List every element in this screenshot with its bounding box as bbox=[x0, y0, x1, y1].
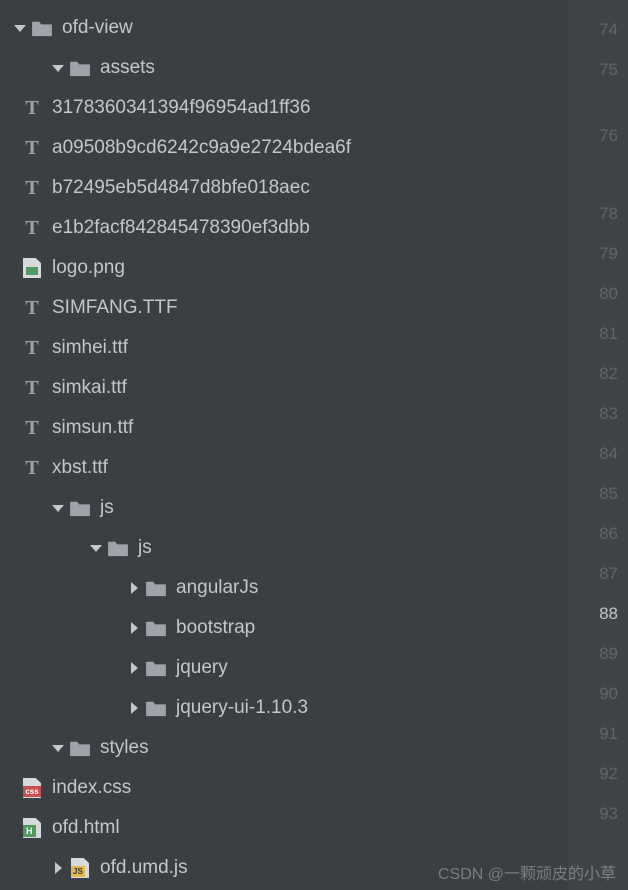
html-file-icon bbox=[20, 818, 44, 838]
chevron-down-icon[interactable] bbox=[48, 505, 68, 512]
tree-folder-row[interactable]: angularJs bbox=[0, 568, 568, 608]
tree-folder-row[interactable]: styles bbox=[0, 728, 568, 768]
font-file-icon: T bbox=[20, 297, 44, 320]
file-label: a09508b9cd6242c9a9e2724bdea6f bbox=[52, 137, 351, 159]
tree-file-row[interactable]: T e1b2facf842845478390ef3dbb bbox=[0, 208, 568, 248]
gutter-line-number: 88 bbox=[599, 594, 618, 634]
file-label: e1b2facf842845478390ef3dbb bbox=[52, 217, 310, 239]
js-file-icon bbox=[68, 858, 92, 878]
chevron-down-icon[interactable] bbox=[48, 745, 68, 752]
file-label: ofd.umd.js bbox=[100, 857, 188, 879]
gutter-line-number: 81 bbox=[599, 314, 618, 354]
gutter-line-number: 79 bbox=[599, 234, 618, 274]
chevron-right-icon[interactable] bbox=[48, 862, 68, 874]
editor-line-gutter: 747576 78798081828384858687888990919293 bbox=[568, 0, 628, 890]
folder-label: bootstrap bbox=[176, 617, 255, 639]
tree-file-row[interactable]: T SIMFANG.TTF bbox=[0, 288, 568, 328]
tree-file-row[interactable]: T a09508b9cd6242c9a9e2724bdea6f bbox=[0, 128, 568, 168]
font-file-icon: T bbox=[20, 217, 44, 240]
file-label: logo.png bbox=[52, 257, 125, 279]
folder-label: js bbox=[138, 537, 152, 559]
chevron-right-icon[interactable] bbox=[124, 662, 144, 674]
tree-file-row[interactable]: index.css bbox=[0, 768, 568, 808]
gutter-line-number: 84 bbox=[599, 434, 618, 474]
gutter-line-number: 91 bbox=[599, 714, 618, 754]
folder-label: assets bbox=[100, 57, 155, 79]
file-label: simkai.ttf bbox=[52, 377, 127, 399]
gutter-line-number: 87 bbox=[599, 554, 618, 594]
image-file-icon bbox=[20, 258, 44, 278]
gutter-line-number: 83 bbox=[599, 394, 618, 434]
tree-file-row[interactable]: ofd.umd.js bbox=[0, 848, 568, 888]
tree-folder-row[interactable]: jquery-ui-1.10.3 bbox=[0, 688, 568, 728]
folder-label: js bbox=[100, 497, 114, 519]
folder-icon bbox=[68, 499, 92, 517]
folder-icon bbox=[68, 739, 92, 757]
folder-label: jquery bbox=[176, 657, 228, 679]
folder-icon bbox=[144, 619, 168, 637]
tree-file-row[interactable]: T b72495eb5d4847d8bfe018aec bbox=[0, 168, 568, 208]
gutter-line-number: 74 bbox=[599, 10, 618, 50]
font-file-icon: T bbox=[20, 137, 44, 160]
tree-file-row[interactable]: logo.png bbox=[0, 248, 568, 288]
file-label: 3178360341394f96954ad1ff36 bbox=[52, 97, 311, 119]
folder-icon bbox=[144, 699, 168, 717]
css-file-icon bbox=[20, 778, 44, 798]
file-label: SIMFANG.TTF bbox=[52, 297, 178, 319]
file-label: simhei.ttf bbox=[52, 337, 128, 359]
gutter-line-number: 85 bbox=[599, 474, 618, 514]
file-tree-panel: ofd-view assets T 3178360341394f96954ad1… bbox=[0, 0, 568, 890]
font-file-icon: T bbox=[20, 417, 44, 440]
gutter-line-number: 78 bbox=[599, 194, 618, 234]
folder-label: styles bbox=[100, 737, 149, 759]
tree-file-row[interactable]: T xbst.ttf bbox=[0, 448, 568, 488]
chevron-right-icon[interactable] bbox=[124, 622, 144, 634]
file-label: ofd.html bbox=[52, 817, 120, 839]
font-file-icon: T bbox=[20, 377, 44, 400]
file-label: index.css bbox=[52, 777, 131, 799]
chevron-down-icon[interactable] bbox=[10, 25, 30, 32]
tree-folder-row[interactable]: ofd-view bbox=[0, 8, 568, 48]
gutter-line-number: 90 bbox=[599, 674, 618, 714]
gutter-line-number: 86 bbox=[599, 514, 618, 554]
tree-folder-row[interactable]: bootstrap bbox=[0, 608, 568, 648]
tree-folder-row[interactable]: js bbox=[0, 488, 568, 528]
chevron-down-icon[interactable] bbox=[86, 545, 106, 552]
folder-icon bbox=[68, 59, 92, 77]
font-file-icon: T bbox=[20, 457, 44, 480]
file-label: xbst.ttf bbox=[52, 457, 108, 479]
folder-label: jquery-ui-1.10.3 bbox=[176, 697, 308, 719]
folder-icon bbox=[144, 659, 168, 677]
chevron-down-icon[interactable] bbox=[48, 65, 68, 72]
gutter-line-number: 80 bbox=[599, 274, 618, 314]
tree-file-row[interactable]: T 3178360341394f96954ad1ff36 bbox=[0, 88, 568, 128]
tree-file-row[interactable]: T simhei.ttf bbox=[0, 328, 568, 368]
gutter-line-number: 76 bbox=[599, 90, 618, 154]
font-file-icon: T bbox=[20, 337, 44, 360]
folder-icon bbox=[30, 19, 54, 37]
tree-folder-row[interactable]: js bbox=[0, 528, 568, 568]
gutter-line-number: 93 bbox=[599, 794, 618, 834]
tree-folder-row[interactable]: assets bbox=[0, 48, 568, 88]
tree-file-row[interactable]: T simkai.ttf bbox=[0, 368, 568, 408]
tree-file-row[interactable]: ofd.html bbox=[0, 808, 568, 848]
folder-icon bbox=[144, 579, 168, 597]
tree-folder-row[interactable]: jquery bbox=[0, 648, 568, 688]
folder-icon bbox=[106, 539, 130, 557]
folder-label: angularJs bbox=[176, 577, 258, 599]
gutter-line-number: 92 bbox=[599, 754, 618, 794]
folder-label: ofd-view bbox=[62, 17, 133, 39]
font-file-icon: T bbox=[20, 177, 44, 200]
gutter-line-number: 89 bbox=[599, 634, 618, 674]
gutter-line-number: 75 bbox=[599, 50, 618, 90]
file-label: simsun.ttf bbox=[52, 417, 133, 439]
file-label: b72495eb5d4847d8bfe018aec bbox=[52, 177, 310, 199]
tree-file-row[interactable]: T simsun.ttf bbox=[0, 408, 568, 448]
chevron-right-icon[interactable] bbox=[124, 702, 144, 714]
font-file-icon: T bbox=[20, 97, 44, 120]
gutter-line-number: 82 bbox=[599, 354, 618, 394]
chevron-right-icon[interactable] bbox=[124, 582, 144, 594]
